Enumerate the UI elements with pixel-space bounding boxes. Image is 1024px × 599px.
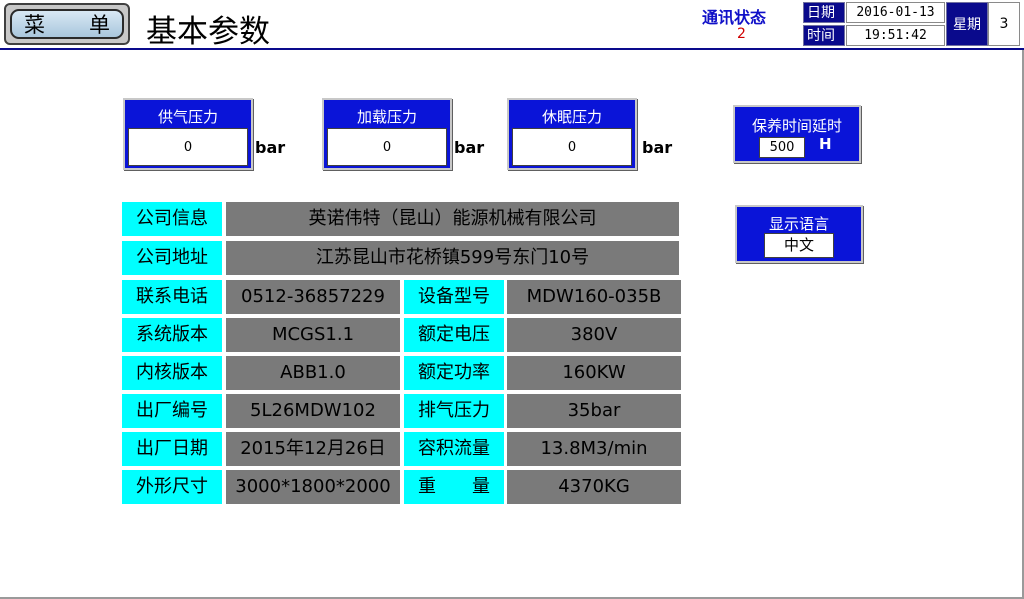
supply-pressure-label: 供气压力 [157, 108, 218, 126]
table-row-value: ABB1.0 [226, 356, 400, 390]
display-language-label: 显示语言 [768, 215, 829, 233]
weekday-label: 星期 [946, 2, 988, 46]
table-row-value: MDW160-035B [507, 280, 681, 314]
header-bar: 菜 单 基本参数 通讯状态 2 日期 2016-01-13 时间 19:51:4… [0, 0, 1024, 50]
company-address-value: 江苏昆山市花桥镇599号东门10号 [226, 241, 679, 275]
table-row-value: 2015年12月26日 [226, 432, 400, 466]
company-info-label: 公司信息 [122, 202, 222, 236]
table-row-label: 设备型号 [404, 280, 504, 314]
header-divider [0, 48, 1024, 50]
load-pressure-input[interactable]: 0 [327, 128, 447, 166]
sleep-pressure-input[interactable]: 0 [512, 128, 632, 166]
sleep-pressure-panel: 休眠压力 0 [507, 98, 637, 170]
comm-status-label: 通讯状态 [702, 8, 767, 27]
time-value: 19:51:42 [846, 25, 945, 46]
maintenance-delay-panel: 保养时间延时 500 H [733, 105, 861, 163]
table-row-label: 出厂日期 [122, 432, 222, 466]
table-row-label: 额定功率 [404, 356, 504, 390]
table-row-label: 联系电话 [122, 280, 222, 314]
maintenance-delay-unit: H [819, 135, 832, 153]
supply-pressure-panel: 供气压力 0 [123, 98, 253, 170]
table-row-label: 容积流量 [404, 432, 504, 466]
table-row-value: 5L26MDW102 [226, 394, 400, 428]
display-language-panel: 显示语言 中文 [735, 205, 863, 263]
load-pressure-panel: 加载压力 0 [322, 98, 452, 170]
table-row-label: 重 量 [404, 470, 504, 504]
table-row-label: 出厂编号 [122, 394, 222, 428]
load-pressure-unit: bar [454, 138, 485, 157]
sleep-pressure-label: 休眠压力 [541, 108, 602, 126]
table-row-label: 系统版本 [122, 318, 222, 352]
table-row-value: 13.8M3/min [507, 432, 681, 466]
date-label: 日期 [803, 2, 845, 23]
display-language-select[interactable]: 中文 [764, 233, 834, 258]
supply-pressure-input[interactable]: 0 [128, 128, 248, 166]
menu-button-face[interactable]: 菜 单 [10, 9, 124, 39]
maintenance-delay-input[interactable]: 500 [759, 137, 805, 158]
menu-button[interactable]: 菜 单 [4, 3, 130, 45]
load-pressure-label: 加载压力 [356, 108, 417, 126]
company-info-value: 英诺伟特（昆山）能源机械有限公司 [226, 202, 679, 236]
weekday-value: 3 [988, 2, 1020, 46]
table-row-value: 160KW [507, 356, 681, 390]
page-title: 基本参数 [146, 14, 270, 50]
table-row-value: MCGS1.1 [226, 318, 400, 352]
supply-pressure-unit: bar [255, 138, 286, 157]
date-value: 2016-01-13 [846, 2, 945, 23]
table-row-value: 4370KG [507, 470, 681, 504]
table-row-value: 3000*1800*2000 [226, 470, 400, 504]
table-row-label: 额定电压 [404, 318, 504, 352]
menu-label-left: 菜 [24, 13, 45, 37]
menu-label-right: 单 [89, 13, 110, 37]
company-address-label: 公司地址 [122, 241, 222, 275]
table-row-label: 内核版本 [122, 356, 222, 390]
maintenance-delay-label: 保养时间延时 [751, 117, 842, 135]
table-row-value: 380V [507, 318, 681, 352]
time-label: 时间 [803, 25, 845, 46]
table-row-value: 0512-36857229 [226, 280, 400, 314]
table-row-label: 排气压力 [404, 394, 504, 428]
comm-status-value: 2 [737, 26, 746, 42]
sleep-pressure-unit: bar [642, 138, 673, 157]
table-row-label: 外形尺寸 [122, 470, 222, 504]
table-row-value: 35bar [507, 394, 681, 428]
